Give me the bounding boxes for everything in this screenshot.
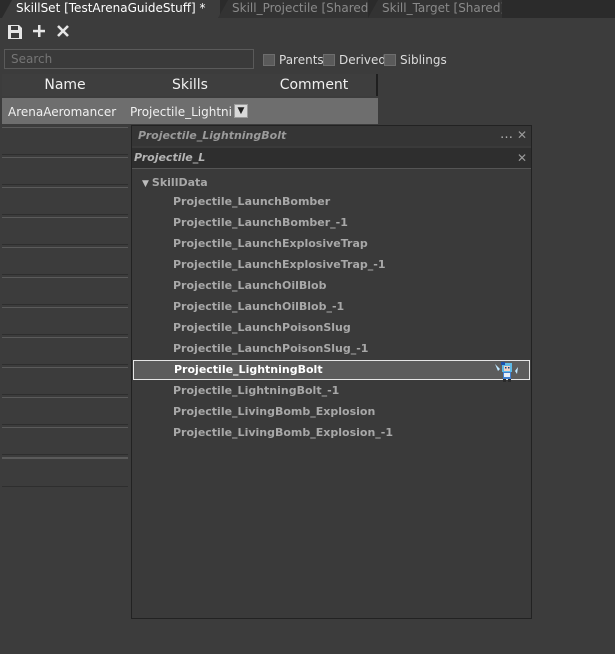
tree-root-skilldata[interactable]: ▼ SkillData: [142, 176, 208, 189]
parents-label: Parents: [279, 53, 324, 67]
list-item[interactable]: Projectile_LaunchOilBlob: [133, 276, 530, 296]
list-item[interactable]: Projectile_LaunchOilBlob_-1: [133, 297, 530, 317]
derived-label: Derived: [339, 53, 386, 67]
table-row[interactable]: [2, 277, 128, 305]
x-icon[interactable]: [54, 24, 72, 42]
skill-picker-popup: Projectile_LightningBolt … ✕ Projectile_…: [131, 125, 532, 619]
skills-value: Projectile_LightningBolt: [130, 105, 232, 119]
chevron-down-icon[interactable]: ▼: [234, 104, 248, 118]
column-header-comment[interactable]: Comment: [252, 74, 378, 96]
table-row[interactable]: [2, 367, 128, 395]
siblings-checkbox[interactable]: Siblings: [384, 53, 447, 67]
tree-root-label: SkillData: [151, 176, 208, 189]
tab-strip: SkillSet [TestArenaGuideStuff] * Skill_P…: [0, 0, 615, 18]
checkbox-box[interactable]: [263, 54, 275, 66]
plus-icon[interactable]: [30, 24, 48, 42]
checkbox-box[interactable]: [323, 54, 335, 66]
table-row-selected[interactable]: ArenaAeromancer: [2, 98, 128, 124]
column-header-name[interactable]: Name: [2, 74, 130, 96]
close-icon[interactable]: ✕: [517, 128, 527, 142]
popup-search-value[interactable]: Projectile_L: [134, 151, 205, 164]
search-input[interactable]: [4, 49, 254, 69]
table-row[interactable]: [2, 217, 128, 245]
table-row[interactable]: [2, 247, 128, 275]
column-header-skills[interactable]: Skills: [128, 74, 254, 96]
table-row[interactable]: [2, 127, 128, 155]
list-item[interactable]: Projectile_LivingBomb_Explosion_-1: [133, 423, 530, 443]
list-item[interactable]: Projectile_LightningBolt_-1: [133, 381, 530, 401]
tab-skill-projectile[interactable]: Skill_Projectile [Shared]: [218, 0, 368, 18]
list-item[interactable]: Projectile_LaunchExplosiveTrap_-1: [133, 255, 530, 275]
clear-search-icon[interactable]: ✕: [517, 151, 527, 165]
more-options-icon[interactable]: …: [500, 127, 513, 142]
table-row[interactable]: [2, 307, 128, 335]
popup-title-bar: Projectile_LightningBolt … ✕: [132, 126, 531, 146]
table-row[interactable]: [2, 427, 128, 455]
checkbox-box[interactable]: [384, 54, 396, 66]
skills-cell[interactable]: Projectile_LightningBolt ▼: [128, 98, 378, 124]
save-icon[interactable]: [6, 24, 24, 42]
tab-skillset[interactable]: SkillSet [TestArenaGuideStuff] *: [2, 0, 220, 18]
table-row[interactable]: [2, 157, 128, 185]
character-sprite-icon: [495, 362, 518, 382]
selected-item-label: Projectile_LightningBolt: [174, 363, 323, 376]
table-row[interactable]: [2, 337, 128, 365]
list-item[interactable]: Projectile_LaunchExplosiveTrap: [133, 234, 530, 254]
list-item[interactable]: Projectile_LaunchBomber: [133, 192, 530, 212]
list-item[interactable]: Projectile_LivingBomb_Explosion: [133, 402, 530, 422]
list-item[interactable]: Projectile_LaunchPoisonSlug: [133, 318, 530, 338]
list-item-selected[interactable]: Projectile_LightningBolt: [133, 360, 530, 382]
table-row[interactable]: [2, 457, 128, 487]
triangle-down-icon[interactable]: ▼: [142, 179, 149, 189]
table-row[interactable]: [2, 187, 128, 215]
parents-checkbox[interactable]: Parents: [263, 53, 324, 67]
row-name-cell: ArenaAeromancer: [8, 105, 117, 119]
list-item[interactable]: Projectile_LaunchPoisonSlug_-1: [133, 339, 530, 359]
list-item[interactable]: Projectile_LaunchBomber_-1: [133, 213, 530, 233]
tab-skill-target[interactable]: Skill_Target [Shared]: [368, 0, 502, 18]
popup-title: Projectile_LightningBolt: [138, 129, 287, 142]
siblings-label: Siblings: [400, 53, 447, 67]
derived-checkbox[interactable]: Derived: [323, 53, 386, 67]
table-row[interactable]: [2, 397, 128, 425]
popup-search-field[interactable]: Projectile_L ✕: [132, 148, 531, 169]
toolbar: [0, 20, 615, 46]
